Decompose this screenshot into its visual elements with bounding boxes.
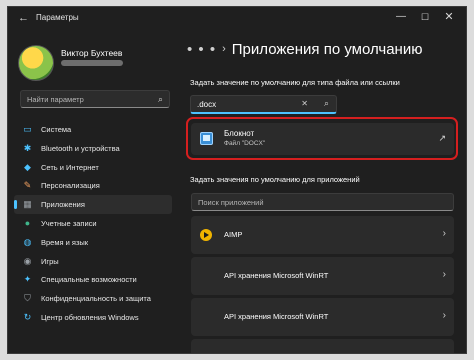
file-type-section-label: Задать значение по умолчанию для типа фа… xyxy=(190,78,400,87)
sidebar-item-label: Конфиденциальность и защита xyxy=(41,294,151,304)
shield-icon: ⛉ xyxy=(24,293,31,304)
sidebar-item-3[interactable]: ✎ Персонализация xyxy=(14,176,172,195)
app-list-item-label: API хранения Microsoft WinRT xyxy=(224,312,329,321)
clear-icon[interactable]: ✕ xyxy=(301,99,308,108)
gamepad-icon: ◉ xyxy=(23,255,32,266)
user-name: Виктор Бухтеев xyxy=(61,48,123,58)
default-app-filetype: Файл "DOCX" xyxy=(224,140,266,147)
close-button[interactable]: ✕ xyxy=(438,9,460,25)
aimp-icon xyxy=(200,229,212,241)
sidebar-item-label: Игры xyxy=(41,256,59,266)
sidebar-item-7[interactable]: ◉ Игры xyxy=(14,252,172,271)
chevron-right-icon: › xyxy=(222,43,226,55)
title-bar: ← Параметры — ☐ ✕ xyxy=(8,7,466,29)
sidebar-item-label: Персонализация xyxy=(41,181,100,191)
app-list-item-label: API хранения Microsoft WinRT xyxy=(224,353,328,354)
sidebar-item-1[interactable]: ✱ Bluetooth и устройства xyxy=(14,139,172,158)
notepad-icon xyxy=(200,132,213,145)
search-icon[interactable]: ⌕ xyxy=(324,98,329,109)
sidebar-item-label: Приложения xyxy=(41,200,85,210)
app-list-item-label: AIMP xyxy=(224,230,243,239)
accessibility-icon: ✦ xyxy=(23,274,32,285)
file-type-input[interactable] xyxy=(197,99,297,110)
maximize-button[interactable]: ☐ xyxy=(414,9,436,25)
sidebar-nav: ▭ Система ✱ Bluetooth и устройства ◆ Сеть и И… xyxy=(14,120,172,327)
settings-window: ← Параметры — ☐ ✕ Виктор Бухтеев ⌕ ▭ Сист… xyxy=(7,6,467,354)
app-list-item[interactable]: API хранения Microsoft WinRT › xyxy=(191,257,454,295)
sidebar: Виктор Бухтеев ⌕ ▭ Система ✱ Bluetooth и ус… xyxy=(8,29,178,353)
sidebar-item-label: Специальные возможности xyxy=(41,275,137,285)
apps-search-box[interactable] xyxy=(191,193,454,211)
account-icon: ● xyxy=(24,217,31,228)
default-app-card[interactable]: Блокнот Файл "DOCX" ↗ xyxy=(191,123,454,155)
sidebar-item-label: Система xyxy=(41,125,72,134)
settings-search-box[interactable]: ⌕ xyxy=(20,90,170,108)
sidebar-item-0[interactable]: ▭ Система xyxy=(14,120,172,139)
chevron-right-icon: › xyxy=(442,228,446,239)
sidebar-item-4[interactable]: ▦ Приложения xyxy=(14,195,172,214)
breadcrumb: • • • › Приложения по умолчанию xyxy=(187,41,422,58)
chevron-right-icon: › xyxy=(442,269,446,280)
chevron-right-icon: › xyxy=(442,310,446,321)
update-icon: ↻ xyxy=(23,311,32,322)
apps-section-label: Задать значения по умолчанию для приложе… xyxy=(190,175,360,184)
search-icon[interactable]: ⌕ xyxy=(158,94,163,105)
app-list-item-label: API хранения Microsoft WinRT xyxy=(224,271,329,280)
sidebar-item-label: Сеть и Интернет xyxy=(41,162,99,172)
wifi-icon: ◆ xyxy=(24,161,31,172)
avatar[interactable] xyxy=(18,45,54,81)
globe-icon: ◍ xyxy=(23,236,32,247)
apps-search-input[interactable] xyxy=(198,197,398,208)
file-type-search-box[interactable]: ✕ ⌕ xyxy=(190,95,337,114)
sidebar-item-6[interactable]: ◍ Время и язык xyxy=(14,233,172,252)
bluetooth-icon: ✱ xyxy=(23,142,32,153)
app-list-item[interactable]: API хранения Microsoft WinRT › xyxy=(191,339,454,354)
app-list-item[interactable]: API хранения Microsoft WinRT › xyxy=(191,298,454,336)
app-list-item[interactable]: AIMP › xyxy=(191,216,454,254)
settings-search-input[interactable] xyxy=(27,94,147,105)
chevron-right-icon: › xyxy=(443,351,446,353)
main-content: • • • › Приложения по умолчанию Задать зна… xyxy=(178,29,466,353)
sidebar-item-9[interactable]: ⛉ Конфиденциальность и защита xyxy=(14,289,172,308)
window-title: Параметры xyxy=(36,13,79,22)
minimize-button[interactable]: — xyxy=(390,9,412,25)
sidebar-item-10[interactable]: ↻ Центр обновления Windows xyxy=(14,308,172,327)
user-email-redacted xyxy=(61,60,123,66)
apps-icon: ▦ xyxy=(23,199,32,210)
sidebar-item-8[interactable]: ✦ Специальные возможности xyxy=(14,270,172,289)
brush-icon: ✎ xyxy=(23,180,32,191)
monitor-icon: ▭ xyxy=(23,124,32,134)
sidebar-item-label: Учетные записи xyxy=(41,218,97,228)
breadcrumb-overflow-button[interactable]: • • • xyxy=(187,41,216,58)
sidebar-item-5[interactable]: ● Учетные записи xyxy=(14,214,172,233)
sidebar-item-2[interactable]: ◆ Сеть и Интернет xyxy=(14,158,172,177)
back-arrow-icon[interactable]: ← xyxy=(18,11,29,25)
sidebar-item-label: Время и язык xyxy=(41,237,89,247)
external-link-icon[interactable]: ↗ xyxy=(438,133,446,144)
page-title: Приложения по умолчанию xyxy=(231,41,423,58)
default-app-name: Блокнот xyxy=(224,129,255,138)
sidebar-item-label: Центр обновления Windows xyxy=(41,312,139,322)
sidebar-item-label: Bluetooth и устройства xyxy=(41,143,120,153)
